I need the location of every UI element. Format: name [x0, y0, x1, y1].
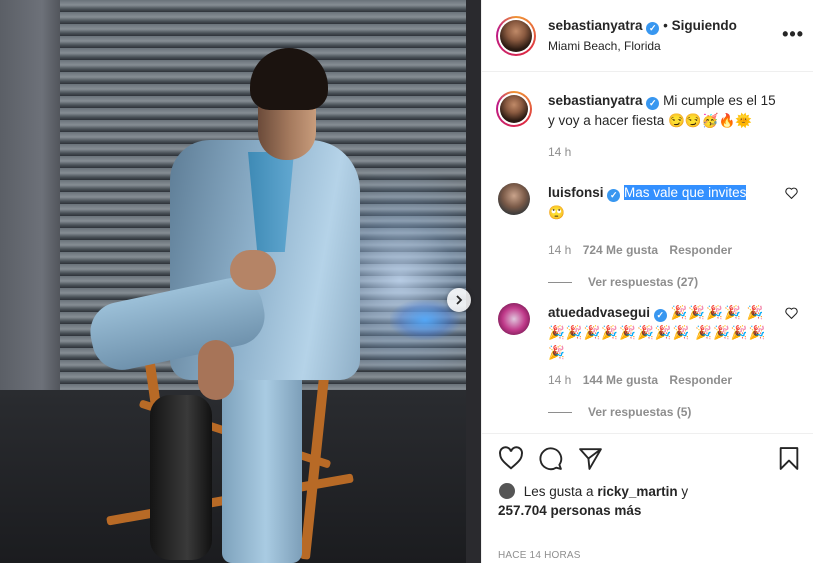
- post-timestamp: HACE 14 HORAS: [498, 550, 581, 561]
- comment-icon: [539, 447, 563, 471]
- comment-button[interactable]: [538, 446, 563, 474]
- post-sidebar: sebastianyatra ✓ • Siguiendo Miami Beach…: [481, 0, 813, 563]
- likes-summary: Les gusta a ricky_martin y 257.704 perso…: [498, 482, 688, 520]
- comment-username[interactable]: luisfonsi: [548, 185, 604, 200]
- comment-likes[interactable]: 724 Me gusta: [583, 243, 658, 257]
- comment-likes[interactable]: 144 Me gusta: [583, 373, 658, 387]
- like-button[interactable]: [498, 446, 524, 473]
- header-username[interactable]: sebastianyatra: [548, 18, 643, 33]
- share-icon: [579, 448, 602, 470]
- photo-frame: [466, 0, 481, 563]
- heart-icon: [499, 446, 523, 470]
- verified-icon: ✓: [653, 309, 667, 322]
- share-button[interactable]: [578, 446, 603, 474]
- verified-icon: ✓: [607, 189, 621, 202]
- comment-body: atuedadvasegui ✓ 🎉🎉🎉🎉 🎉🎉🎉🎉🎉🎉🎉🎉🎉 🎉🎉🎉🎉🎉: [548, 303, 778, 363]
- comment-meta: 14 h 724 Me gusta Responder: [548, 243, 732, 257]
- comment-avatar[interactable]: [498, 303, 530, 335]
- list-item: luisfonsi ✓ Mas vale que invites 🙄 14 h …: [498, 183, 798, 289]
- comment-time: 14 h: [548, 243, 572, 257]
- save-button[interactable]: [778, 446, 800, 474]
- post-photo[interactable]: [0, 0, 481, 563]
- caption-username[interactable]: sebastianyatra: [548, 93, 643, 108]
- comment-like-icon[interactable]: [785, 307, 798, 322]
- likes-prefix: Les gusta a: [523, 484, 594, 499]
- next-photo-button[interactable]: [447, 288, 471, 312]
- comment-emoji: 🙄: [548, 205, 565, 220]
- liker-avatar[interactable]: [498, 482, 516, 500]
- header-separator: •: [663, 18, 668, 33]
- following-button[interactable]: Siguiendo: [672, 18, 737, 33]
- photo-person: [84, 40, 360, 563]
- caption-avatar[interactable]: [496, 91, 532, 127]
- verified-icon: ✓: [646, 97, 660, 110]
- caption: sebastianyatra ✓ Mi cumple es el 15 y vo…: [496, 91, 798, 171]
- verified-icon: ✓: [646, 22, 660, 35]
- liker-username[interactable]: ricky_martin: [597, 484, 677, 499]
- post-header: sebastianyatra ✓ • Siguiendo Miami Beach…: [482, 0, 813, 72]
- comment-time: 14 h: [548, 373, 572, 387]
- post-actions: Les gusta a ricky_martin y 257.704 perso…: [482, 433, 813, 563]
- likes-count[interactable]: 257.704 personas más: [498, 503, 641, 518]
- location-link[interactable]: Miami Beach, Florida: [548, 39, 661, 53]
- header-name-row: sebastianyatra ✓ • Siguiendo: [548, 18, 737, 35]
- likes-conj: y: [681, 484, 689, 499]
- comment-like-icon[interactable]: [785, 187, 798, 202]
- reply-button[interactable]: Responder: [669, 243, 732, 257]
- comment-text: Mas vale que invites: [624, 185, 747, 200]
- comment-meta: 14 h 144 Me gusta Responder: [548, 373, 732, 387]
- reply-button[interactable]: Responder: [669, 373, 732, 387]
- list-item: atuedadvasegui ✓ 🎉🎉🎉🎉 🎉🎉🎉🎉🎉🎉🎉🎉🎉 🎉🎉🎉🎉🎉 14…: [498, 303, 798, 423]
- view-replies-button[interactable]: Ver respuestas (5): [548, 405, 691, 419]
- avatar[interactable]: [496, 16, 536, 56]
- chevron-right-icon: [456, 295, 463, 305]
- view-replies-button[interactable]: Ver respuestas (27): [548, 275, 698, 289]
- comments-list: sebastianyatra ✓ Mi cumple es el 15 y vo…: [482, 73, 813, 433]
- comment-avatar[interactable]: [498, 183, 530, 215]
- caption-body: sebastianyatra ✓ Mi cumple es el 15 y vo…: [548, 91, 778, 131]
- comment-username[interactable]: atuedadvasegui: [548, 305, 650, 320]
- caption-time: 14 h: [548, 145, 572, 159]
- bookmark-icon: [779, 447, 799, 470]
- comment-body: luisfonsi ✓ Mas vale que invites 🙄: [548, 183, 778, 223]
- more-options-icon[interactable]: •••: [782, 24, 804, 45]
